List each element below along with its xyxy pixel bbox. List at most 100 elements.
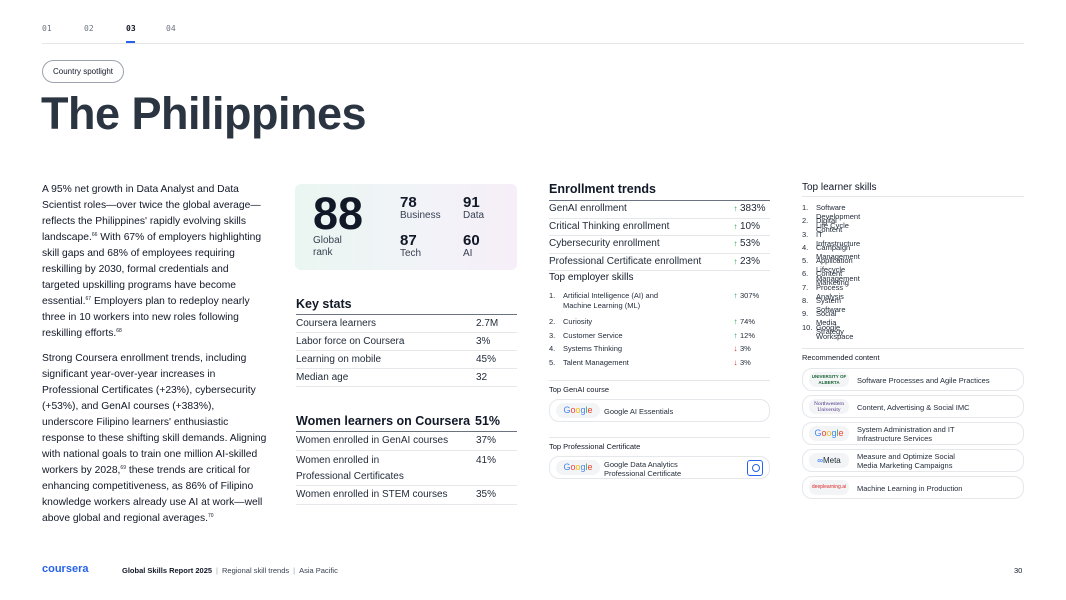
divider (549, 380, 770, 381)
recommended-card[interactable]: ∞Meta Measure and Optimize Social Media … (802, 449, 1024, 472)
table-row: Professional Certificate enrollment ↑ 23% (549, 254, 770, 271)
logo-letter: e (838, 428, 844, 438)
arrow-up-icon: ↑ (733, 291, 738, 300)
content-name: Machine Learning in Production (857, 484, 963, 493)
women-learners-table: Women enrolled in GenAI courses 37% Women… (296, 431, 517, 505)
stat-value: 45% (476, 354, 497, 365)
stat-key: Labor force on Coursera (296, 336, 405, 347)
tech-rank: 87 Tech (400, 232, 421, 259)
table-row: Women enrolled in Professional Certifica… (296, 451, 517, 486)
skill-name: Google Workspace (816, 322, 854, 341)
data-rank: 91 Data (463, 194, 484, 221)
section-tabs: 01 02 03 04 (42, 24, 1024, 44)
page-number: 30 (1014, 566, 1023, 575)
ai-rank-label: AI (463, 248, 473, 259)
rank-number: 1. (549, 291, 556, 300)
region-name: Asia Pacific (299, 566, 338, 575)
recommended-card[interactable]: deeplearning.ai Machine Learning in Prod… (802, 476, 1024, 499)
country-spotlight-badge: Country spotlight (42, 60, 125, 83)
recommended-title: Recommended content (802, 353, 880, 362)
list-item: 5. Talent Management ↓ 3% (549, 358, 770, 372)
recommended-card[interactable]: UNIVERSITY OF ALBERTA Software Processes… (802, 368, 1024, 391)
list-item: 1. Artificial Intelligence (AI) and Machi… (549, 291, 770, 317)
stat-value: 37% (476, 435, 497, 446)
table-row: Labor force on Coursera 3% (296, 333, 517, 351)
business-rank: 78 Business (400, 194, 441, 221)
tech-rank-value: 87 (400, 232, 417, 249)
arrow-up-icon: ↑ (733, 239, 738, 248)
prof-cert-card[interactable]: Google Google Data Analytics Professiona… (549, 456, 770, 479)
separator: | (216, 566, 218, 575)
content-name: Content, Advertising & Social IMC (857, 403, 970, 412)
women-learners-value: 51% (475, 414, 501, 428)
skill-change: 3% (740, 344, 751, 353)
stat-key: Women enrolled in GenAI courses (296, 435, 449, 446)
divider (549, 437, 770, 438)
data-rank-value: 91 (463, 194, 480, 211)
prof-cert-label: Top Professional Certificate (549, 442, 641, 451)
rank-number: 4. (802, 242, 809, 252)
certificate-icon (747, 460, 763, 476)
report-name: Global Skills Report 2025 (122, 566, 213, 575)
skill-name: Systems Thinking (563, 344, 623, 353)
divider (802, 196, 1024, 197)
stat-key: Coursera learners (296, 318, 377, 329)
recommended-card[interactable]: Google System Administration and IT Infr… (802, 422, 1024, 445)
rank-number: 4. (549, 344, 556, 353)
course-name: Google AI Essentials (604, 407, 674, 416)
trend-value: 383% (740, 203, 766, 214)
deeplearning-logo: deeplearning.ai (809, 480, 849, 495)
rank-number: 10. (802, 322, 813, 332)
meta-wordmark: Meta (822, 456, 841, 465)
university-logo: Northwestern University (809, 399, 849, 414)
enrollment-trends-table: GenAI enrollment ↑ 383% Critical Thinking … (549, 200, 770, 271)
business-rank-value: 78 (400, 194, 417, 211)
skill-change-cell: ↑ 12% (731, 331, 756, 340)
trends-paragraph: Strong Coursera enrollment trends, inclu… (42, 351, 268, 527)
stat-key: Median age (296, 372, 349, 383)
table-row: Coursera learners 2.7M (296, 315, 517, 333)
skill-name: Artificial Intelligence (AI) and Machine… (563, 291, 659, 310)
tab-01[interactable]: 01 (42, 24, 52, 33)
google-logo: Google (556, 403, 600, 418)
enrollment-trends-title: Enrollment trends (549, 182, 656, 196)
trend-key: GenAI enrollment (549, 203, 627, 214)
content-name: System Administration and IT Infrastruct… (857, 425, 955, 443)
rank-number: 3. (802, 229, 809, 239)
tab-02[interactable]: 02 (84, 24, 94, 33)
trend-key: Critical Thinking enrollment (549, 220, 670, 232)
skill-change: 307% (740, 291, 760, 300)
employer-skills-list: 1. Artificial Intelligence (AI) and Machi… (549, 291, 770, 371)
rank-number: 1. (802, 203, 809, 212)
table-row: Critical Thinking enrollment ↑ 10% (549, 219, 770, 236)
trend-value: 53% (740, 238, 761, 249)
arrow-down-icon: ↓ (733, 344, 738, 353)
recommended-card[interactable]: Northwestern University Content, Adverti… (802, 395, 1024, 418)
key-stats-title: Key stats (296, 297, 352, 311)
genai-course-card[interactable]: Google Google AI Essentials (549, 399, 770, 422)
google-logo: Google (809, 426, 849, 441)
stat-value: 32 (476, 372, 488, 383)
skill-name: Customer Service (563, 330, 623, 340)
trend-value-cell: ↑ 383% (731, 201, 766, 217)
skill-change-cell: ↑ 307% (731, 291, 760, 300)
key-stats-table: Coursera learners 2.7M Labor force on Cou… (296, 314, 517, 387)
trend-key: Professional Certificate enrollment (549, 255, 702, 267)
tab-04[interactable]: 04 (166, 24, 176, 33)
rank-number: 2. (549, 317, 556, 326)
logo-letter: e (587, 405, 593, 415)
trend-value-cell: ↑ 23% (731, 254, 761, 270)
table-row: Cybersecurity enrollment ↑ 53% (549, 236, 770, 254)
footer-breadcrumb: Global Skills Report 2025 | Regional skill… (122, 566, 338, 575)
rank-number: 9. (802, 309, 809, 319)
coursera-logo: coursera (42, 563, 89, 575)
content-name: Measure and Optimize Social Media Market… (857, 452, 955, 470)
skill-change: 74% (740, 317, 756, 326)
footnote-ref[interactable]: 70 (208, 513, 214, 519)
tab-03[interactable]: 03 (126, 24, 136, 33)
global-rank-value: 88 (313, 188, 364, 239)
footnote-ref[interactable]: 68 (116, 328, 122, 334)
section-name: Regional skill trends (222, 566, 290, 575)
trend-value-cell: ↑ 10% (731, 219, 761, 235)
skill-change-cell: ↑ 74% (731, 317, 756, 326)
